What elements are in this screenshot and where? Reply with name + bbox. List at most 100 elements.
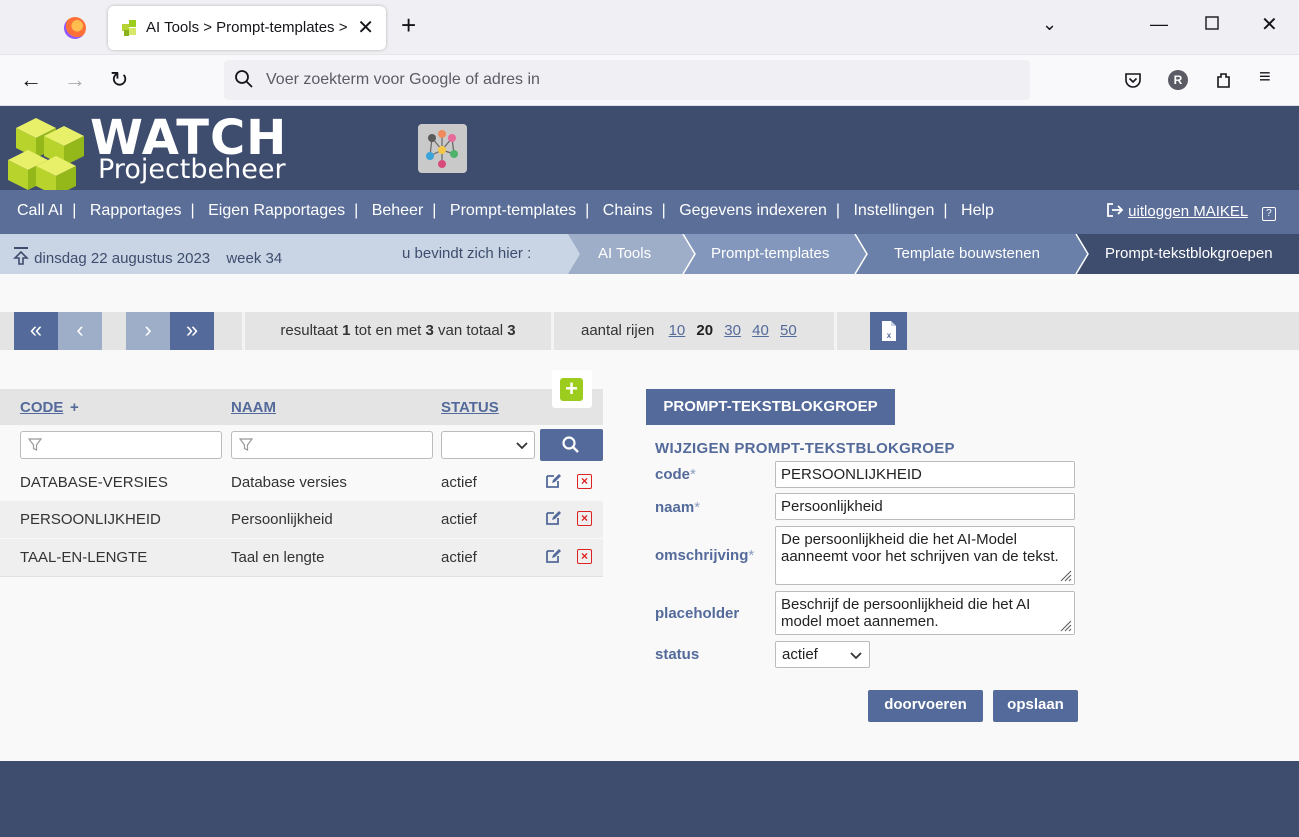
list-divider <box>0 576 603 577</box>
placeholder-textarea[interactable]: Beschrijf de persoonlijkheid die het AI … <box>775 591 1075 635</box>
up-arrow-icon[interactable] <box>12 246 30 266</box>
rows-option-10[interactable]: 10 <box>669 322 686 339</box>
firefox-icon[interactable] <box>64 17 86 39</box>
delete-icon[interactable]: × <box>577 474 592 489</box>
crumb-prompt-templates[interactable]: Prompt-templates <box>681 234 829 274</box>
rows-option-50[interactable]: 50 <box>780 322 797 339</box>
crumb-ai-tools[interactable]: AI Tools <box>568 234 651 274</box>
row-status: actief <box>441 549 477 566</box>
table-row[interactable]: TAAL-EN-LENGTE Taal en lengte actief × <box>0 539 603 576</box>
row-naam: Database versies <box>231 474 347 491</box>
menu-item-call-ai[interactable]: Call AI <box>17 202 63 219</box>
row-code: TAAL-EN-LENGTE <box>20 549 148 566</box>
resize-handle-icon[interactable] <box>1058 618 1072 632</box>
last-page-button[interactable]: » <box>170 312 214 350</box>
first-page-button[interactable]: « <box>14 312 58 350</box>
new-tab-icon[interactable]: + <box>401 12 416 38</box>
omschrijving-text: De persoonlijkheid die het AI-Model aann… <box>781 531 1059 565</box>
profile-avatar[interactable]: R <box>1168 70 1188 90</box>
help-icon[interactable]: ? <box>1261 207 1276 221</box>
favicon-cubes-icon <box>122 20 136 36</box>
edit-icon[interactable] <box>544 509 562 527</box>
naam-field[interactable]: Persoonlijkheid <box>775 493 1075 520</box>
menu-item-gegevens-indexeren[interactable]: Gegevens indexeren <box>679 202 827 219</box>
edit-icon[interactable] <box>544 472 562 490</box>
placeholder-text: Beschrijf de persoonlijkheid die het AI … <box>781 596 1031 630</box>
menu-items: Call AI | Rapportages | Eigen Rapportages |… <box>17 202 994 219</box>
main-menu: Call AI | Rapportages | Eigen Rapportages |… <box>0 190 1299 234</box>
filter-naam-input[interactable] <box>231 431 433 459</box>
menu-item-beheer[interactable]: Beheer <box>372 202 424 219</box>
sort-indicator: + <box>70 399 79 416</box>
watch-logo-cubes-icon <box>8 118 84 196</box>
week-text: week 34 <box>226 250 283 267</box>
logout-label: uitloggen MAIKEL <box>1128 203 1248 220</box>
close-window-icon[interactable]: ✕ <box>1261 12 1278 37</box>
delete-icon[interactable]: × <box>577 511 592 526</box>
menu-item-instellingen[interactable]: Instellingen <box>853 202 934 219</box>
search-button[interactable] <box>540 429 603 461</box>
search-icon <box>562 436 579 453</box>
extensions-icon[interactable] <box>1214 70 1234 90</box>
rows-per-page: aantal rijen 10 20 30 40 50 <box>557 312 837 350</box>
chevron-down-icon <box>850 652 862 660</box>
tab-close-icon[interactable]: ✕ <box>357 15 374 40</box>
url-bar[interactable]: Voer zoekterm voor Google of adres in <box>224 60 1030 100</box>
logout-link[interactable]: uitloggen MAIKEL ? <box>1106 202 1276 221</box>
column-status[interactable]: STATUS <box>441 399 499 416</box>
export-excel-button[interactable]: x <box>870 312 907 350</box>
column-naam[interactable]: NAAM <box>231 399 276 416</box>
crumb-template-bouwstenen[interactable]: Template bouwstenen <box>864 234 1040 274</box>
edit-icon[interactable] <box>544 547 562 565</box>
next-page-button[interactable]: › <box>126 312 170 350</box>
menu-item-help[interactable]: Help <box>961 202 994 219</box>
prev-page-button[interactable]: ‹ <box>58 312 102 350</box>
add-plus-icon: + <box>560 378 583 401</box>
main-content: « ‹ › » resultaat 1 tot en met 3 van tot… <box>0 274 1299 761</box>
menu-hamburger-icon[interactable]: ≡ <box>1259 66 1271 89</box>
forward-icon[interactable]: → <box>64 67 86 93</box>
rows-option-40[interactable]: 40 <box>752 322 769 339</box>
code-label: code* <box>655 466 696 483</box>
ai-network-logo-icon[interactable] <box>418 124 467 173</box>
minimize-icon[interactable]: — <box>1150 14 1168 35</box>
omschrijving-textarea[interactable]: De persoonlijkheid die het AI-Model aann… <box>775 526 1075 585</box>
doorvoeren-button[interactable]: doorvoeren <box>868 690 983 722</box>
delete-icon[interactable]: × <box>577 549 592 564</box>
list-header: CODE + NAAM STATUS <box>0 389 603 425</box>
filter-icon <box>239 438 253 451</box>
filter-code-input[interactable] <box>20 431 222 459</box>
menu-item-rapportages[interactable]: Rapportages <box>90 202 182 219</box>
code-field[interactable]: PERSOONLIJKHEID <box>775 461 1075 488</box>
maximize-icon[interactable] <box>1205 15 1220 36</box>
rows-option-30[interactable]: 30 <box>724 322 741 339</box>
browser-tab[interactable]: AI Tools > Prompt-templates > ✕ <box>108 6 386 50</box>
filter-status-select[interactable] <box>441 431 535 459</box>
row-naam: Persoonlijkheid <box>231 511 333 528</box>
form-tab[interactable]: PROMPT-TEKSTBLOKGROEP <box>646 389 895 425</box>
column-code[interactable]: CODE <box>20 399 63 416</box>
status-select[interactable]: actief <box>775 641 870 668</box>
pocket-icon[interactable] <box>1124 71 1142 89</box>
chevron-down-icon <box>516 442 528 450</box>
result-info: resultaat 1 tot en met 3 van totaal 3 <box>242 312 554 350</box>
table-row[interactable]: PERSOONLIJKHEID Persoonlijkheid actief × <box>0 501 603 538</box>
menu-item-eigen-rapportages[interactable]: Eigen Rapportages <box>208 202 345 219</box>
search-icon <box>235 70 253 88</box>
url-placeholder: Voer zoekterm voor Google of adres in <box>266 71 540 88</box>
save-button[interactable]: opslaan <box>993 690 1078 722</box>
form-title: WIJZIGEN PROMPT-TEKSTBLOKGROEP <box>655 440 955 457</box>
tab-list-chevron-icon[interactable]: ⌄ <box>1042 14 1057 35</box>
back-icon[interactable]: ← <box>20 67 42 93</box>
menu-item-prompt-templates[interactable]: Prompt-templates <box>450 202 576 219</box>
omschrijving-label: omschrijving* <box>655 547 755 564</box>
add-button[interactable]: + <box>552 370 592 408</box>
resize-handle-icon[interactable] <box>1058 568 1072 582</box>
reload-icon[interactable]: ↻ <box>110 67 128 93</box>
page-footer <box>0 761 1299 837</box>
rows-option-20: 20 <box>696 322 714 339</box>
excel-file-icon: x <box>882 321 896 341</box>
logo-subtitle: Projectbeheer <box>98 154 286 185</box>
menu-item-chains[interactable]: Chains <box>603 202 653 219</box>
table-row[interactable]: DATABASE-VERSIES Database versies actief… <box>0 464 603 501</box>
